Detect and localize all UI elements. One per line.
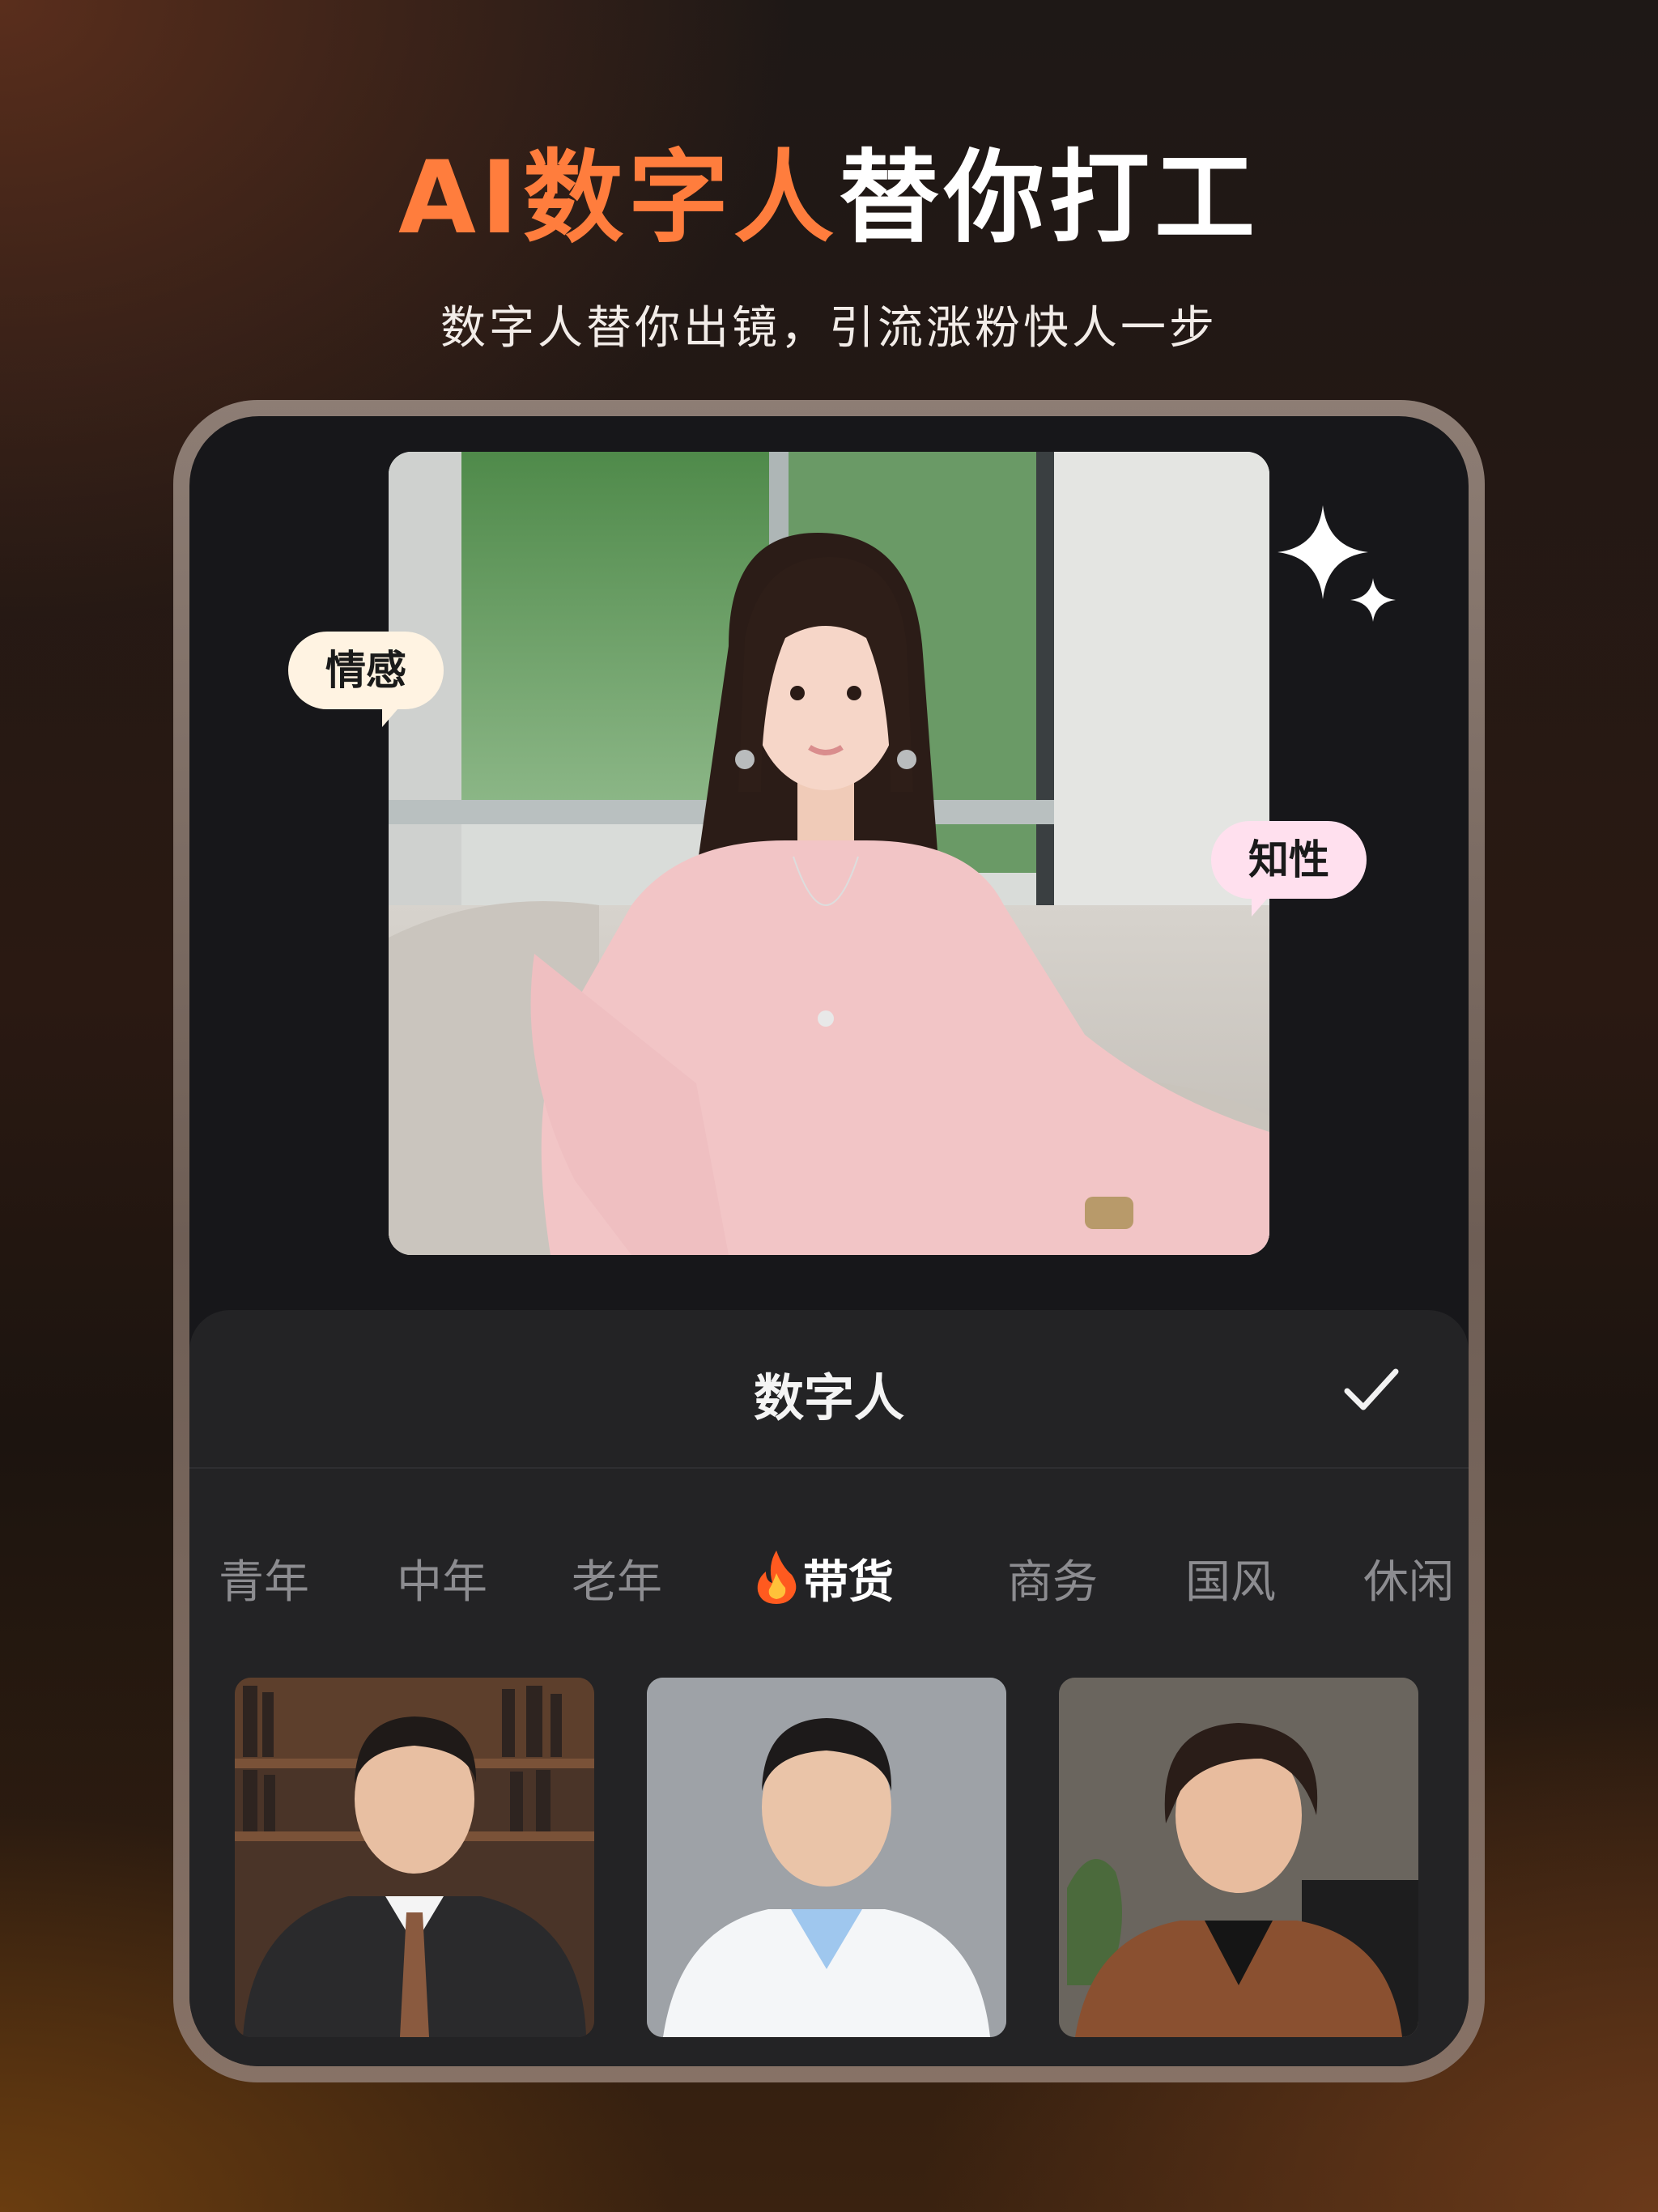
tab-live-selling-label: 带货 — [803, 1556, 894, 1609]
digital-human-preview — [389, 452, 1269, 1255]
avatar-option-3[interactable] — [1059, 1678, 1418, 2037]
digital-human-panel: 数字人 青年 中年 老年 带货 商务 国风 休闲 — [189, 1310, 1469, 2066]
panel-header: 数字人 — [189, 1310, 1469, 1469]
woman-jacket-image — [1059, 1678, 1418, 2037]
avatar-option-2[interactable] — [647, 1678, 1006, 2037]
header: AI数字人替你打工 数字人替你出镜，引流涨粉快人一步 — [0, 130, 1658, 357]
device-screen: 情感 知性 数字人 青年 中年 老年 带货 商务 国风 休闲 — [189, 416, 1469, 2066]
panel-title: 数字人 — [753, 1368, 904, 1427]
headline-rest: 替你打工 — [839, 140, 1261, 257]
woman-portrait-image — [389, 452, 1269, 1255]
tab-middle-aged[interactable]: 中年 — [397, 1546, 487, 1619]
headline: AI数字人替你打工 — [0, 130, 1658, 267]
doctor-image — [647, 1678, 1006, 2037]
tag-bubble-intellectual: 知性 — [1211, 821, 1367, 917]
headline-accent: AI数字人 — [397, 140, 840, 257]
check-icon[interactable] — [1341, 1359, 1402, 1420]
man-suit-image — [235, 1678, 594, 2037]
device-frame: 情感 知性 数字人 青年 中年 老年 带货 商务 国风 休闲 — [173, 400, 1485, 2082]
category-tabs: 青年 中年 老年 带货 商务 国风 休闲 — [189, 1546, 1469, 1619]
sparkle-icon — [1278, 505, 1396, 622]
tab-elderly[interactable]: 老年 — [572, 1546, 662, 1619]
tab-casual[interactable]: 休闲 — [1363, 1546, 1454, 1619]
fire-icon — [757, 1551, 797, 1604]
tab-live-selling[interactable]: 带货 — [755, 1546, 894, 1619]
tab-business[interactable]: 商务 — [1007, 1546, 1098, 1619]
tab-youth[interactable]: 青年 — [219, 1546, 309, 1619]
tag-bubble-emotion: 情感 — [288, 632, 444, 727]
tab-national-style[interactable]: 国风 — [1185, 1546, 1276, 1619]
subheadline: 数字人替你出镜，引流涨粉快人一步 — [440, 302, 1218, 355]
avatar-option-1[interactable] — [235, 1678, 594, 2037]
